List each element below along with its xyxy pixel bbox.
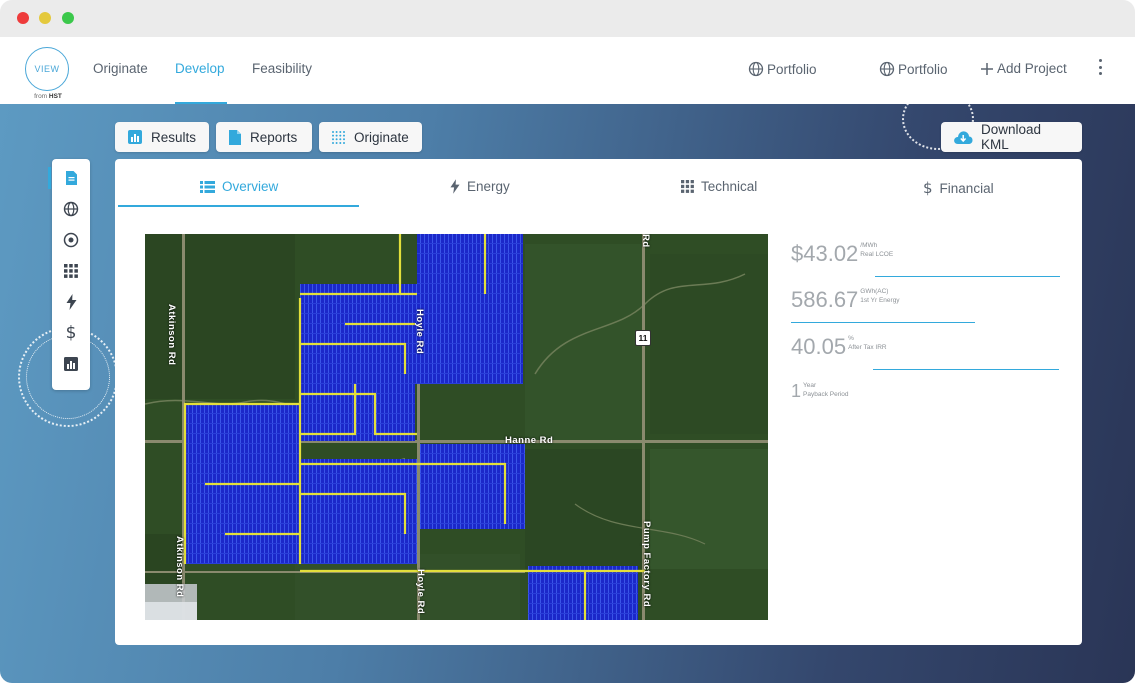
payback-label: Payback Period	[803, 391, 849, 398]
portfolio-label-2: Portfolio	[898, 61, 948, 77]
globe-icon	[748, 61, 764, 77]
tab-energy[interactable]: Energy	[450, 179, 510, 194]
lcoe-unit: /MWh	[860, 242, 878, 249]
logo-subtitle: from HST	[23, 93, 73, 100]
road-label-pump-factory: Pump Factory Rd	[641, 521, 652, 608]
tab-energy-label: Energy	[467, 179, 510, 194]
sidebar-item-reports[interactable]	[52, 353, 90, 375]
metric-lcoe: $43.02/MWh Real LCOE	[791, 241, 893, 267]
nav-develop[interactable]: Develop	[175, 61, 225, 76]
sidebar-item-documents[interactable]	[52, 167, 90, 189]
irr-unit: %	[848, 335, 854, 342]
originate-label: Originate	[354, 129, 409, 145]
tab-overview[interactable]: Overview	[200, 179, 278, 194]
window-titlebar	[0, 0, 1135, 37]
results-label: Results	[151, 129, 197, 145]
add-project-button[interactable]: Add Project	[980, 61, 1067, 76]
lcoe-label: Real LCOE	[860, 251, 894, 258]
grid-icon	[681, 180, 694, 193]
energy-value: 586.67	[791, 287, 859, 312]
tab-financial[interactable]: $ Financial	[923, 179, 994, 197]
reports-button[interactable]: Reports	[216, 122, 312, 152]
road-label-top-right: Rd	[640, 234, 651, 248]
bar-chart-icon	[64, 357, 78, 371]
dollar-icon: $	[65, 323, 77, 343]
download-kml-button[interactable]: Download KML	[941, 122, 1082, 152]
globe-icon	[63, 201, 79, 217]
payback-unit: Year	[803, 382, 817, 389]
lightning-icon	[66, 294, 76, 310]
metric-energy: 586.67 GWh(AC) 1st Yr Energy	[791, 287, 900, 313]
metric-irr: 40.05% After Tax IRR	[791, 334, 887, 360]
target-icon	[63, 232, 79, 248]
sidebar-item-energy[interactable]	[52, 291, 90, 313]
cloud-download-icon	[953, 130, 973, 145]
lcoe-value: $43.02	[791, 241, 859, 266]
develop-panel: Overview Energy Technical $ Financial At…	[115, 159, 1082, 645]
road-label-atkinson-top: Atkinson Rd	[166, 304, 177, 366]
bar-chart-icon	[127, 129, 143, 145]
plus-icon	[981, 62, 993, 75]
globe-icon	[879, 61, 895, 77]
energy-divider	[791, 322, 975, 323]
energy-label: 1st Yr Energy	[860, 297, 900, 304]
site-layout-map[interactable]: Atkinson Rd Atkinson Rd Hoyle Rd Hoyle R…	[145, 234, 768, 620]
payback-value: 1	[791, 381, 802, 401]
sidebar-item-financial[interactable]: $	[52, 322, 90, 344]
sidebar-item-target[interactable]	[52, 229, 90, 251]
portfolio-link-2[interactable]: Portfolio	[879, 61, 948, 77]
irr-label: After Tax IRR	[848, 344, 887, 351]
tab-financial-label: Financial	[939, 180, 994, 196]
sidebar-item-grid[interactable]	[52, 260, 90, 282]
download-kml-label: Download KML	[981, 122, 1042, 152]
results-button[interactable]: Results	[115, 122, 209, 152]
tab-technical-label: Technical	[701, 179, 758, 194]
tab-technical[interactable]: Technical	[681, 179, 757, 194]
irr-value: 40.05	[791, 334, 847, 359]
irr-divider	[873, 369, 1059, 370]
portfolio-label-1: Portfolio	[767, 61, 817, 77]
portfolio-link-1[interactable]: Portfolio	[748, 61, 817, 77]
logo-mark: VIEW	[34, 64, 60, 74]
highway-shield: 11	[635, 330, 651, 346]
close-window-button[interactable]	[17, 12, 29, 24]
view-logo[interactable]: VIEW	[25, 47, 69, 91]
document-icon	[65, 171, 77, 185]
lightning-icon	[450, 179, 460, 194]
grid-dots-icon	[331, 130, 346, 145]
add-project-label: Add Project	[997, 61, 1067, 76]
sidebar-item-globe[interactable]	[52, 198, 90, 220]
list-icon	[200, 180, 215, 193]
maximize-window-button[interactable]	[62, 12, 74, 24]
tab-overview-label: Overview	[222, 179, 279, 194]
road-label-hoyle-bottom: Hoyle Rd	[415, 569, 426, 615]
logo-brand: HST	[48, 93, 62, 100]
document-icon	[228, 129, 242, 146]
dollar-icon: $	[923, 179, 933, 197]
top-navbar: VIEW from HST Originate Develop Feasibil…	[0, 37, 1135, 104]
minimize-window-button[interactable]	[39, 12, 51, 24]
left-tool-sidebar: $	[48, 159, 90, 390]
app-window: VIEW from HST Originate Develop Feasibil…	[0, 0, 1135, 683]
nav-originate[interactable]: Originate	[93, 61, 148, 76]
nav-feasibility[interactable]: Feasibility	[252, 61, 312, 76]
tab-active-indicator	[118, 205, 359, 207]
sidebar-active-indicator	[48, 167, 51, 189]
grid-icon	[64, 264, 78, 278]
road-label-atkinson-bottom: Atkinson Rd	[174, 536, 185, 598]
more-menu-icon[interactable]	[1096, 59, 1104, 75]
metric-payback: 1 Year Payback Period	[791, 381, 849, 402]
road-label-hanne: Hanne Rd	[505, 435, 554, 446]
logo-from: from	[34, 93, 48, 100]
reports-label: Reports	[250, 129, 298, 145]
map-canvas	[145, 234, 768, 620]
originate-button[interactable]: Originate	[319, 122, 422, 152]
energy-unit: GWh(AC)	[860, 288, 889, 295]
road-label-hoyle-top: Hoyle Rd	[414, 309, 425, 355]
lcoe-divider	[875, 276, 1060, 277]
